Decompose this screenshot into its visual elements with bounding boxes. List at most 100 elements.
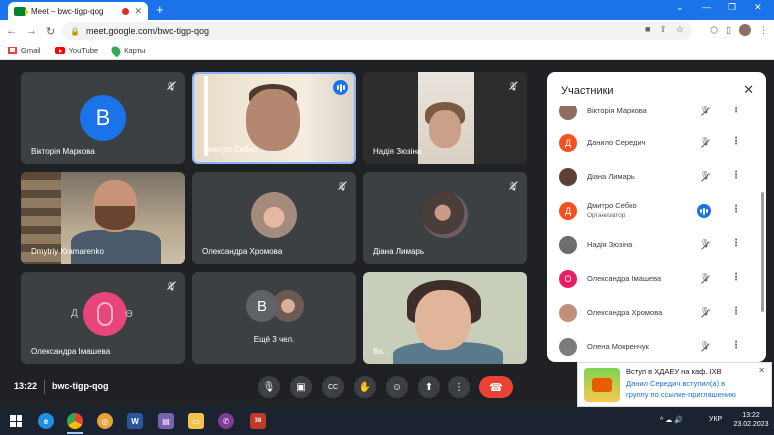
edge-icon[interactable]: e bbox=[38, 413, 54, 429]
windows-start-icon[interactable] bbox=[10, 415, 22, 427]
youtube-icon bbox=[54, 47, 65, 54]
participant-tile[interactable]: В Вікторія Маркова bbox=[21, 72, 185, 164]
list-item[interactable]: Надія Зюзіна 🎙 ⋮ bbox=[547, 230, 757, 260]
avatar-letter: Д bbox=[71, 308, 78, 319]
chrome-icon[interactable] bbox=[67, 413, 83, 429]
mic-off-icon: 🎙 bbox=[699, 307, 711, 319]
more-options-icon[interactable]: ⋮ bbox=[731, 136, 741, 147]
list-item[interactable]: Олександра Хромова 🎙 ⋮ bbox=[547, 298, 757, 328]
list-item[interactable]: Олена Мокренчук 🎙 ⋮ bbox=[547, 332, 757, 362]
mic-off-icon bbox=[507, 180, 519, 192]
meet-favicon-icon bbox=[14, 6, 29, 16]
system-tray[interactable]: ^ ☁ 🔊 bbox=[660, 416, 683, 424]
video-feed bbox=[246, 89, 300, 151]
gmail-icon bbox=[8, 47, 17, 54]
more-options-icon[interactable]: ⋮ bbox=[731, 170, 741, 181]
leave-call-button[interactable]: ☎ bbox=[479, 376, 513, 398]
mic-off-icon: 🎙 bbox=[699, 239, 711, 251]
participant-tile[interactable]: Діана Лимарь bbox=[363, 172, 527, 264]
list-item[interactable]: Д Дмитро Себко Организатор ⋮ bbox=[547, 196, 757, 226]
more-options-icon[interactable]: ⋮ bbox=[731, 204, 741, 215]
more-participants-label: Ещё 3 чел. bbox=[253, 335, 295, 344]
participant-tile[interactable]: Д Ө Олександра Імашева bbox=[21, 272, 185, 364]
browser-tab[interactable]: Meet – bwc-tigp-qog ✕ bbox=[8, 2, 148, 20]
new-tab-icon[interactable]: + bbox=[156, 2, 164, 17]
mic-off-icon: 🎙 bbox=[699, 341, 711, 353]
tab-search-icon[interactable]: ⌄ bbox=[676, 2, 684, 13]
save-app-icon[interactable]: ▤ bbox=[158, 413, 174, 429]
more-participants-tile[interactable]: В Ещё 3 чел. bbox=[192, 272, 356, 364]
notification-toast[interactable]: Вступ в ХДАЕУ на каф. ІХВ Данил Середич … bbox=[577, 362, 772, 407]
participant-tile[interactable]: Ва... bbox=[363, 272, 527, 364]
browser-app-icon[interactable]: ◎ bbox=[97, 413, 113, 429]
more-options-button[interactable]: ⋮ bbox=[448, 376, 470, 398]
close-icon[interactable]: ✕ bbox=[758, 366, 765, 375]
avatar bbox=[251, 192, 297, 238]
tab-close-icon[interactable]: ✕ bbox=[134, 6, 142, 17]
mic-off-icon: 🎙 bbox=[699, 273, 711, 285]
avatar bbox=[559, 236, 577, 254]
reload-icon[interactable]: ↻ bbox=[46, 25, 55, 38]
word-icon[interactable]: W bbox=[127, 413, 143, 429]
close-window-icon[interactable]: ✕ bbox=[754, 2, 762, 13]
close-icon[interactable]: ✕ bbox=[743, 82, 754, 98]
list-item[interactable]: Діана Лимарь 🎙 ⋮ bbox=[547, 162, 757, 192]
more-options-icon[interactable]: ⋮ bbox=[731, 340, 741, 351]
profile-avatar[interactable] bbox=[739, 24, 751, 36]
avatar bbox=[559, 168, 577, 186]
bookmark-maps[interactable]: Карты bbox=[109, 44, 146, 57]
bookmark-star-icon[interactable]: ☆ bbox=[676, 24, 684, 35]
clock[interactable]: 13:22 23.02.2023 bbox=[733, 411, 769, 429]
list-item[interactable]: Вікторія Маркова 🎙 ⋮ bbox=[547, 106, 757, 126]
more-options-icon[interactable]: ⋮ bbox=[731, 272, 741, 283]
back-icon[interactable]: ← bbox=[6, 25, 17, 37]
notification-title: Вступ в ХДАЕУ на каф. ІХВ bbox=[626, 367, 722, 376]
maps-icon bbox=[109, 44, 123, 57]
participant-tile[interactable]: Dmytriy Kramarenko bbox=[21, 172, 185, 264]
restore-icon[interactable]: ❐ bbox=[728, 2, 736, 13]
minimize-icon[interactable]: — bbox=[702, 2, 711, 12]
participant-tile-active-speaker[interactable]: Дмитро Себко bbox=[192, 72, 356, 164]
raise-hand-button[interactable]: ✋ bbox=[354, 376, 376, 398]
participants-list: Вікторія Маркова 🎙 ⋮ Д Данило Середич 🎙 … bbox=[547, 106, 766, 362]
menu-dots-icon[interactable]: ⋮ bbox=[759, 25, 768, 36]
omnibox[interactable]: 🔒 meet.google.com/bwc-tigp-qog ■ ⇪ ☆ bbox=[62, 22, 692, 40]
bookmark-gmail[interactable]: Gmail bbox=[8, 46, 41, 55]
more-options-icon[interactable]: ⋮ bbox=[731, 306, 741, 317]
avatar bbox=[422, 192, 468, 238]
present-screen-button[interactable]: ⬆ bbox=[418, 376, 440, 398]
language-indicator[interactable]: УКР bbox=[709, 416, 722, 423]
more-options-icon[interactable]: ⋮ bbox=[731, 106, 741, 115]
bookmark-youtube[interactable]: YouTube bbox=[54, 46, 98, 55]
mic-off-icon: 🎙 bbox=[699, 171, 711, 183]
speaking-indicator-icon bbox=[697, 204, 711, 218]
avatar-letter: Ө bbox=[125, 309, 133, 320]
avatar: В bbox=[80, 95, 126, 141]
address-bar-row: ← → ↻ 🔒 meet.google.com/bwc-tigp-qog ■ ⇪… bbox=[0, 20, 774, 42]
mic-off-icon bbox=[165, 80, 177, 92]
active-app-indicator bbox=[67, 432, 83, 434]
captions-button[interactable]: CC bbox=[322, 376, 344, 398]
microphone-button[interactable]: 🎙 bbox=[258, 376, 280, 398]
participant-tile[interactable]: Надія Зюзіна bbox=[363, 72, 527, 164]
bookmark-label: Карты bbox=[124, 46, 146, 55]
participant-tile[interactable]: Олександра Хромова bbox=[192, 172, 356, 264]
more-options-icon[interactable]: ⋮ bbox=[731, 238, 741, 249]
scrollbar[interactable] bbox=[761, 192, 764, 312]
participant-name: Дмитро Себко bbox=[204, 145, 257, 154]
panel-title: Участники bbox=[561, 85, 614, 97]
avatar bbox=[559, 338, 577, 356]
list-item[interactable]: Д Данило Середич 🎙 ⋮ bbox=[547, 128, 757, 158]
folder-icon[interactable]: ▭ bbox=[188, 413, 204, 429]
sidepanel-icon[interactable]: ▯ bbox=[726, 25, 731, 36]
app-badge[interactable]: 38 bbox=[250, 413, 266, 429]
clock-date: 23.02.2023 bbox=[733, 421, 769, 428]
camera-button[interactable]: ▣ bbox=[290, 376, 312, 398]
extension-icon[interactable]: ⬡ bbox=[710, 25, 718, 36]
share-icon[interactable]: ⇪ bbox=[659, 24, 667, 35]
forward-icon[interactable]: → bbox=[26, 25, 37, 37]
viber-icon[interactable]: ✆ bbox=[218, 413, 234, 429]
emoji-reaction-button[interactable]: ☺ bbox=[386, 376, 408, 398]
list-item[interactable]: О Олександра Імашева 🎙 ⋮ bbox=[547, 264, 757, 294]
camera-in-use-icon[interactable]: ■ bbox=[645, 24, 650, 35]
